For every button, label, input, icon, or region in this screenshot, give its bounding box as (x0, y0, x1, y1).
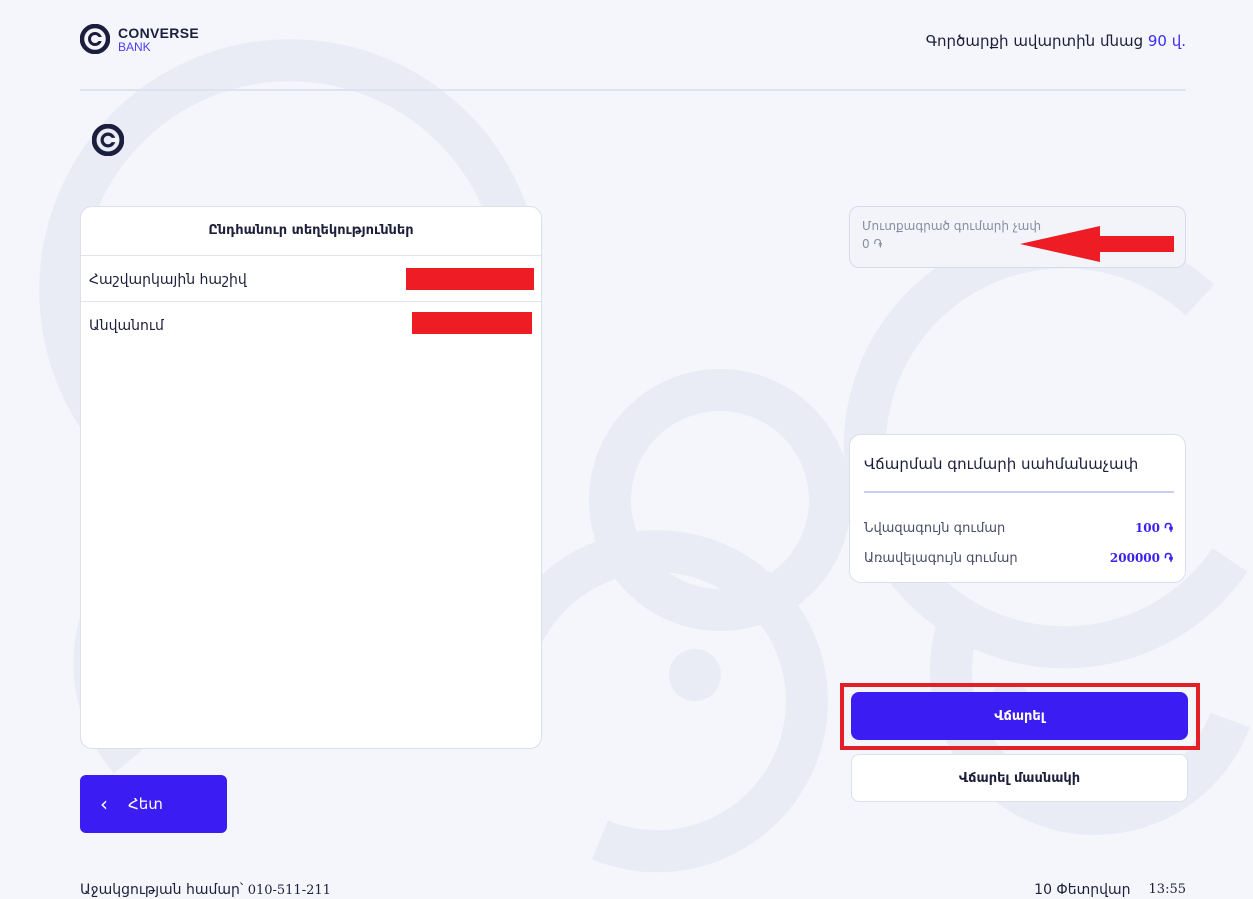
timer-label: Գործարքի ավարտին մնաց (925, 32, 1144, 50)
support-label: Աջակցության համար՝ (80, 882, 244, 898)
min-amount-value: 100 ֏ (1134, 521, 1173, 535)
chevron-left-icon: ‹ (100, 792, 108, 816)
support-info: Աջակցության համար՝ 010-511-211 (80, 882, 331, 898)
max-amount-row: Առավելագույն գումար 200000 ֏ (864, 551, 1173, 566)
min-amount-row: Նվազագույն գումար 100 ֏ (864, 521, 1173, 536)
general-info-title: Ընդհանուր տեղեկություններ (208, 223, 414, 238)
provider-logo-icon (91, 123, 125, 160)
info-row-name: Անվանում (81, 301, 541, 347)
pay-partial-button[interactable]: Վճարել մասնակի (851, 754, 1188, 802)
general-info-card: Ընդհանուր տեղեկություններ Հաշվարկային հա… (80, 206, 542, 749)
logo-subtitle: BANK (118, 39, 151, 54)
back-button-label: Հետ (128, 795, 163, 813)
pay-button[interactable]: Վճարել (851, 692, 1188, 740)
date-label: 10 Փետրվար (1034, 882, 1131, 898)
max-amount-label: Առավելագույն գումար (864, 551, 1018, 566)
payment-limits-card: Վճարման գումարի սահմանաչափ Նվազագույն գո… (849, 434, 1186, 583)
info-row-account: Հաշվարկային հաշիվ (81, 255, 541, 301)
header-divider (80, 89, 1186, 91)
time-label: 13:55 (1148, 882, 1186, 897)
logo-title: CONVERSE (118, 24, 199, 41)
bank-logo: CONVERSE BANK (80, 24, 199, 54)
account-label: Հաշվարկային հաշիվ (89, 272, 247, 288)
red-arrow-annotation-icon (1020, 226, 1174, 262)
back-button[interactable]: ‹ Հետ (80, 775, 227, 833)
support-number: 010-511-211 (247, 883, 331, 898)
name-label: Անվանում (89, 318, 164, 334)
converse-logo-icon (80, 24, 110, 54)
session-timer: Գործարքի ավարտին մնաց 90 վ. (926, 32, 1186, 50)
limits-title: Վճարման գումարի սահմանաչափ (864, 455, 1139, 473)
max-amount-value: 200000 ֏ (1109, 551, 1173, 565)
redacted-name-value (412, 312, 532, 334)
datetime: 10 Փետրվար 13:55 (1034, 882, 1186, 898)
timer-value: 90 վ. (1147, 32, 1186, 50)
limits-divider (864, 491, 1174, 493)
redacted-account-value (406, 268, 534, 290)
min-amount-label: Նվազագույն գումար (864, 521, 1006, 536)
